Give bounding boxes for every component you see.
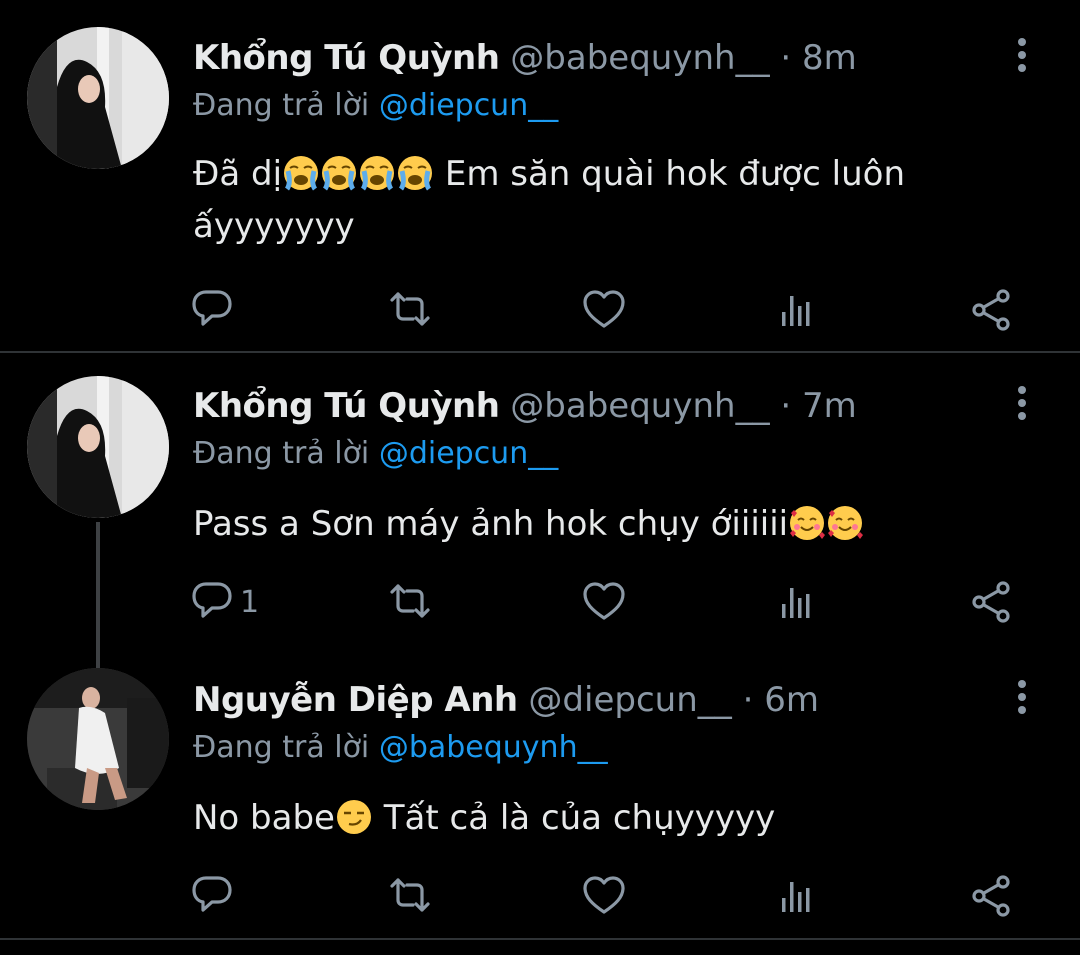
separator-dot: ·	[780, 38, 792, 78]
retweet-button[interactable]	[386, 288, 434, 332]
analytics-icon	[782, 882, 810, 912]
author-name[interactable]: Khổng Tú Quỳnh	[193, 38, 500, 78]
tweet-text-start: Đã dị	[193, 154, 283, 194]
loudly-crying-face-icon	[397, 155, 433, 191]
author-handle[interactable]: @diepcun__	[528, 680, 731, 720]
reply-icon	[192, 582, 232, 618]
views-button[interactable]	[778, 874, 814, 918]
reply-button[interactable]	[192, 874, 236, 918]
replying-to: Đang trả lời @diepcun__	[193, 434, 558, 474]
replying-to: Đang trả lời @diepcun__	[193, 86, 558, 126]
author-name[interactable]: Nguyễn Diệp Anh	[193, 680, 518, 720]
more-vertical-icon[interactable]	[1012, 680, 1032, 720]
tweet-3[interactable]: Nguyễn Diệp Anh @diepcun__ · 6m Đang trả…	[0, 668, 1080, 938]
tweet-text-start: Pass a Sơn máy ảnh hok chụy ớiiiiii	[193, 504, 789, 544]
reply-button[interactable]	[192, 288, 236, 332]
retweet-button[interactable]	[386, 874, 434, 918]
author-handle[interactable]: @babequynh__	[510, 38, 769, 78]
reply-icon	[192, 290, 232, 326]
replying-prefix: Đang trả lời	[193, 730, 370, 765]
like-button[interactable]	[582, 580, 626, 624]
replying-prefix: Đang trả lời	[193, 436, 370, 471]
retweet-button[interactable]	[386, 580, 434, 624]
share-icon	[972, 289, 1010, 331]
tweet-text: No babe Tất cả là của chụyyyyy	[193, 792, 1013, 844]
share-icon	[972, 875, 1010, 917]
heart-icon	[583, 290, 625, 328]
author-handle[interactable]: @babequynh__	[510, 386, 769, 426]
tweet-text-end: Tất cả là của chụyyyyy	[372, 798, 776, 838]
loudly-crying-face-icon	[321, 155, 357, 191]
share-button[interactable]	[970, 288, 1012, 332]
replying-mention[interactable]: @diepcun__	[379, 436, 558, 471]
loudly-crying-face-icon	[359, 155, 395, 191]
timestamp[interactable]: 6m	[764, 680, 819, 720]
like-button[interactable]	[582, 874, 626, 918]
smiling-face-with-hearts-icon	[827, 505, 864, 541]
tweet-text: Pass a Sơn máy ảnh hok chụy ớiiiiii	[193, 498, 1013, 550]
tweet-text: Đã dị Em săn quài hok được luôn ấyyyyyyy	[193, 148, 1013, 252]
share-button[interactable]	[970, 580, 1012, 624]
tweet-text-start: No babe	[193, 798, 335, 838]
retweet-icon	[390, 878, 430, 912]
replying-mention[interactable]: @diepcun__	[379, 88, 558, 123]
author-name[interactable]: Khổng Tú Quỳnh	[193, 386, 500, 426]
separator-dot: ·	[742, 680, 754, 720]
heart-icon	[583, 876, 625, 914]
reply-button[interactable]: 1	[192, 580, 259, 624]
tweet-header: Nguyễn Diệp Anh @diepcun__ · 6m	[193, 680, 819, 720]
avatar[interactable]	[27, 376, 169, 518]
replying-mention[interactable]: @babequynh__	[379, 730, 608, 765]
smirking-face-icon	[335, 799, 372, 835]
action-bar	[0, 874, 1080, 918]
replying-to: Đang trả lời @babequynh__	[193, 728, 608, 768]
separator-dot: ·	[780, 386, 792, 426]
avatar[interactable]	[27, 668, 169, 810]
reply-count: 1	[240, 584, 260, 620]
like-button[interactable]	[582, 288, 626, 332]
action-bar: 1	[0, 580, 1080, 624]
loudly-crying-face-icon	[283, 155, 319, 191]
analytics-icon	[782, 296, 810, 326]
share-button[interactable]	[970, 874, 1012, 918]
analytics-icon	[782, 588, 810, 618]
divider	[0, 938, 1080, 940]
share-icon	[972, 581, 1010, 623]
tweet-header: Khổng Tú Quỳnh @babequynh__ · 8m	[193, 38, 857, 78]
views-button[interactable]	[778, 580, 814, 624]
tweet-1[interactable]: Khổng Tú Quỳnh @babequynh__ · 8m Đang tr…	[0, 0, 1080, 352]
retweet-icon	[390, 584, 430, 618]
tweet-header: Khổng Tú Quỳnh @babequynh__ · 7m	[193, 386, 857, 426]
avatar[interactable]	[27, 27, 169, 169]
replying-prefix: Đang trả lời	[193, 88, 370, 123]
more-vertical-icon[interactable]	[1012, 386, 1032, 426]
timestamp[interactable]: 7m	[802, 386, 857, 426]
heart-icon	[583, 582, 625, 620]
action-bar	[0, 288, 1080, 332]
smiling-face-with-hearts-icon	[789, 505, 826, 541]
reply-icon	[192, 876, 232, 912]
tweet-2[interactable]: Khổng Tú Quỳnh @babequynh__ · 7m Đang tr…	[0, 352, 1080, 668]
more-vertical-icon[interactable]	[1012, 38, 1032, 78]
views-button[interactable]	[778, 288, 814, 332]
timestamp[interactable]: 8m	[802, 38, 857, 78]
retweet-icon	[390, 292, 430, 326]
